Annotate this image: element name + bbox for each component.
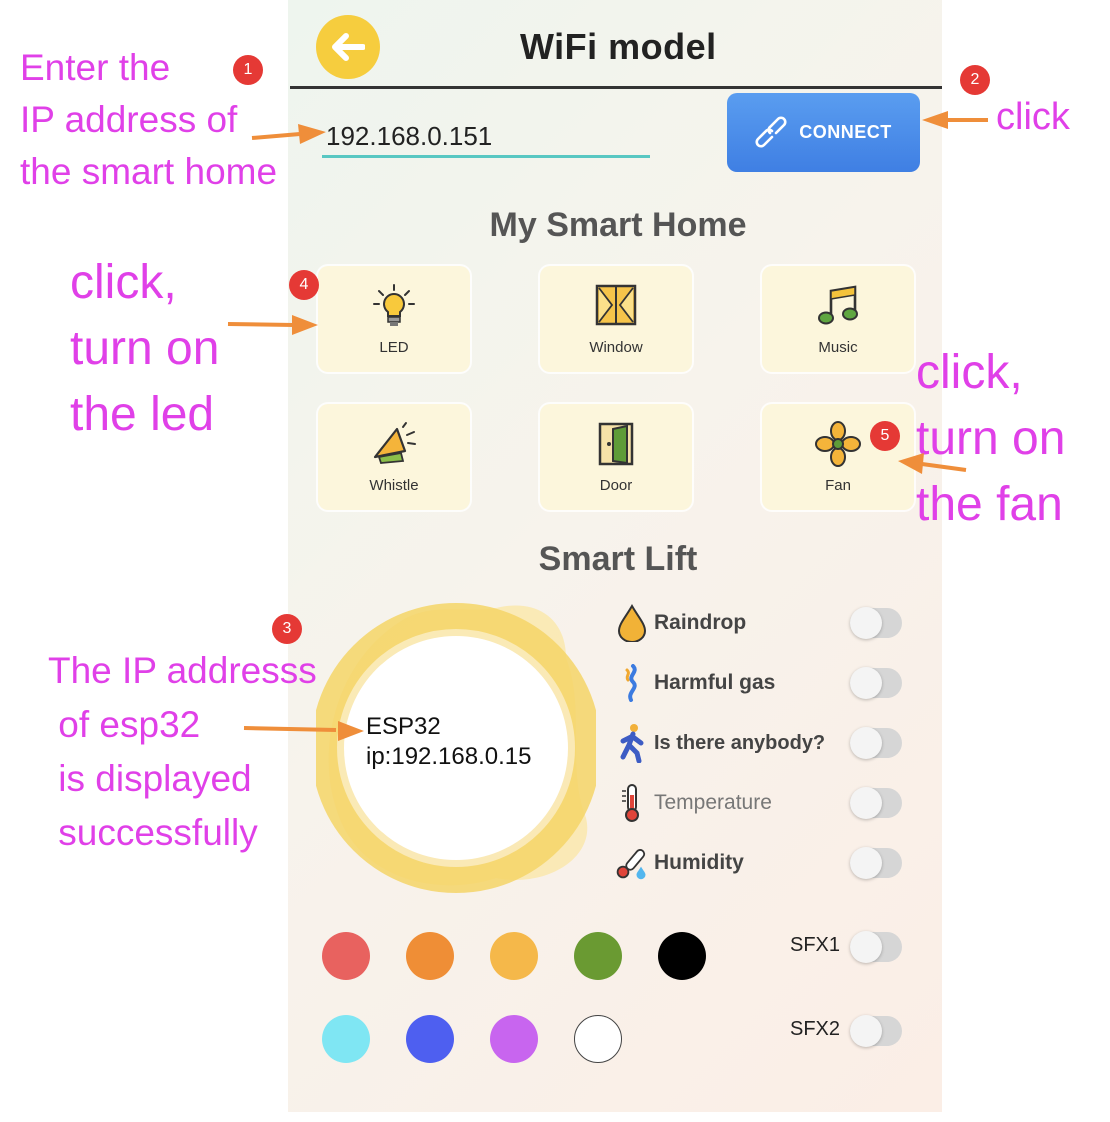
- tile-door[interactable]: Door: [540, 404, 692, 510]
- toggle-anybody[interactable]: [850, 727, 902, 759]
- whistle-icon: [373, 421, 416, 464]
- smart-home-title: My Smart Home: [489, 206, 747, 244]
- device-ip: ip:192.168.0.15: [366, 743, 532, 770]
- toggle-sfx2[interactable]: [850, 1015, 902, 1047]
- tile-whistle[interactable]: Whistle: [318, 404, 470, 510]
- tile-label: LED: [379, 338, 409, 356]
- badge-step5: 5: [870, 421, 900, 451]
- door-icon: [598, 422, 634, 465]
- device-name: ESP32: [366, 713, 441, 740]
- tile-label: Door: [599, 476, 633, 494]
- tile-window[interactable]: Window: [540, 266, 692, 372]
- humidity-icon: [614, 843, 650, 883]
- color-swatch-black[interactable]: [658, 932, 706, 980]
- toggle-humidity[interactable]: [850, 847, 902, 879]
- arrow-left-icon: [332, 33, 365, 61]
- link-icon: [755, 115, 787, 148]
- bulb-icon: [373, 283, 415, 326]
- tile-fan[interactable]: Fan: [762, 404, 914, 510]
- annotation-step3: The IP addresss of esp32 is displayed su…: [48, 650, 317, 853]
- raindrop-icon: [614, 603, 650, 643]
- annotation-step5: click, turn on the fan: [916, 346, 1066, 531]
- connect-button[interactable]: CONNECT: [727, 93, 920, 172]
- sensor-label: Harmful gas: [654, 671, 776, 694]
- color-swatch-cyan[interactable]: [322, 1015, 370, 1063]
- sfx2-label: SFX2: [790, 1018, 841, 1040]
- sensor-label: Is there anybody?: [654, 731, 826, 754]
- smart-lift-title: Smart Lift: [538, 540, 698, 578]
- ip-address-input[interactable]: [322, 118, 650, 158]
- person-walking-icon: [614, 723, 650, 763]
- gas-icon: [614, 663, 650, 703]
- title-divider: [290, 86, 942, 89]
- window-icon: [595, 284, 637, 325]
- sensor-label: Raindrop: [654, 611, 747, 634]
- toggle-sfx1[interactable]: [850, 931, 902, 963]
- color-swatch-red[interactable]: [322, 932, 370, 980]
- badge-step1: 1: [233, 55, 263, 85]
- color-swatch-orange[interactable]: [406, 932, 454, 980]
- color-swatch-yellow[interactable]: [490, 932, 538, 980]
- tile-led[interactable]: LED: [318, 266, 470, 372]
- color-swatch-purple[interactable]: [490, 1015, 538, 1063]
- thermometer-icon: [614, 783, 650, 823]
- tile-label: Window: [589, 338, 643, 356]
- device-info: ESP32 ip:192.168.0.15: [366, 712, 531, 772]
- music-note-icon: [818, 284, 858, 324]
- toggle-raindrop[interactable]: [850, 607, 902, 639]
- connect-label: CONNECT: [799, 122, 892, 142]
- back-button[interactable]: [316, 15, 380, 79]
- toggle-temperature[interactable]: [850, 787, 902, 819]
- sensor-label: Temperature: [654, 791, 772, 814]
- color-swatch-white[interactable]: [574, 1015, 622, 1063]
- tile-label: Fan: [825, 476, 851, 494]
- badge-step2: 2: [960, 65, 990, 95]
- badge-step4: 4: [289, 270, 319, 300]
- sfx1-label: SFX1: [790, 934, 841, 956]
- color-swatch-blue[interactable]: [406, 1015, 454, 1063]
- page-title: WiFi model: [520, 26, 717, 67]
- tile-music[interactable]: Music: [762, 266, 914, 372]
- sensor-label: Humidity: [654, 851, 744, 874]
- annotation-step2: click: [996, 96, 1070, 138]
- annotation-step4: click, turn on the led: [70, 256, 220, 441]
- toggle-harmful-gas[interactable]: [850, 667, 902, 699]
- fan-icon: [815, 420, 861, 467]
- tile-label: Music: [818, 338, 858, 356]
- color-swatch-green[interactable]: [574, 932, 622, 980]
- tile-label: Whistle: [369, 476, 419, 494]
- badge-step3: 3: [272, 614, 302, 644]
